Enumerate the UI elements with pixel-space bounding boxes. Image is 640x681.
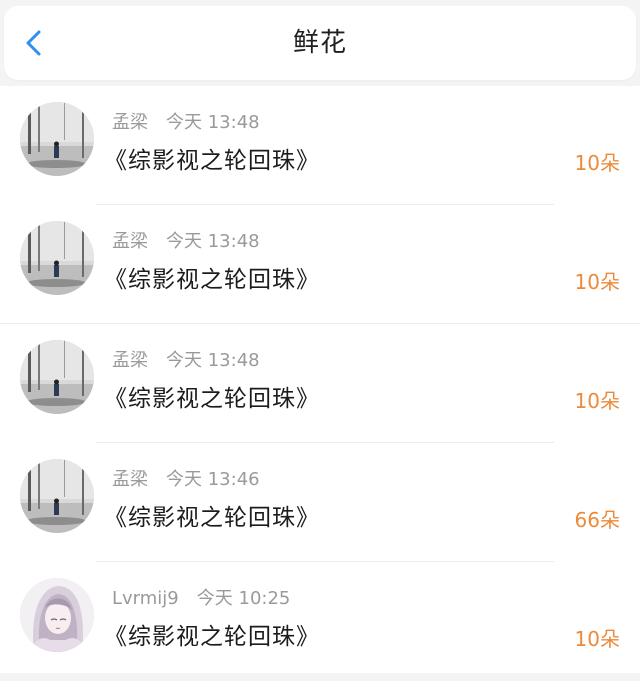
list-item[interactable]: 孟梁 今天 13:48 《综影视之轮回珠》 10朵 — [0, 86, 640, 205]
username[interactable]: 孟梁 — [112, 112, 148, 133]
list-item[interactable]: Lvrmij9 今天 10:25 《综影视之轮回珠》 10朵 — [0, 562, 640, 681]
item-meta: Lvrmij9 今天 10:25 — [112, 588, 290, 610]
timestamp: 今天 13:46 — [166, 469, 260, 490]
flower-count: 10朵 — [574, 151, 620, 175]
timestamp: 今天 13:48 — [166, 231, 260, 252]
user-avatar[interactable] — [20, 340, 94, 414]
timestamp: 今天 13:48 — [166, 350, 260, 371]
user-avatar[interactable] — [20, 578, 94, 652]
list-item[interactable]: 孟梁 今天 13:48 《综影视之轮回珠》 10朵 — [0, 324, 640, 443]
item-meta: 孟梁 今天 13:48 — [112, 350, 260, 372]
flower-list: 孟梁今天 13:48 《综影视之轮回珠》 10朵 孟梁今天 13:48 《综 — [0, 86, 640, 673]
username[interactable]: 孟梁 — [112, 469, 148, 490]
book-title: 《综影视之轮回珠》 — [104, 267, 320, 293]
book-title: 《综影视之轮回珠》 — [104, 505, 320, 531]
page-title: 鲜花 — [292, 28, 347, 58]
top-bar: 鲜花 — [4, 6, 636, 80]
item-meta: 孟梁 今天 13:48 — [112, 231, 260, 253]
timestamp: 今天 13:48 — [166, 112, 260, 133]
item-meta: 孟梁 今天 13:48 — [112, 112, 260, 134]
flower-count: 10朵 — [574, 627, 620, 651]
user-avatar[interactable] — [20, 102, 94, 176]
item-meta: 孟梁 今天 13:46 — [112, 469, 260, 491]
book-title: 《综影视之轮回珠》 — [104, 386, 320, 412]
list-item[interactable]: 孟梁 今天 13:46 《综影视之轮回珠》 66朵 — [0, 443, 640, 562]
book-title: 《综影视之轮回珠》 — [104, 148, 320, 174]
flower-count: 66朵 — [574, 508, 620, 532]
user-avatar[interactable] — [20, 221, 94, 295]
username[interactable]: 孟梁 — [112, 231, 148, 252]
list-item[interactable]: 孟梁 今天 13:48 《综影视之轮回珠》 10朵 — [0, 205, 640, 324]
username[interactable]: 孟梁 — [112, 350, 148, 371]
book-title: 《综影视之轮回珠》 — [104, 624, 320, 650]
user-avatar[interactable] — [20, 459, 94, 533]
username[interactable]: Lvrmij9 — [112, 588, 179, 609]
timestamp: 今天 10:25 — [196, 588, 291, 609]
flower-count: 10朵 — [574, 270, 620, 294]
flower-count: 10朵 — [574, 389, 620, 413]
